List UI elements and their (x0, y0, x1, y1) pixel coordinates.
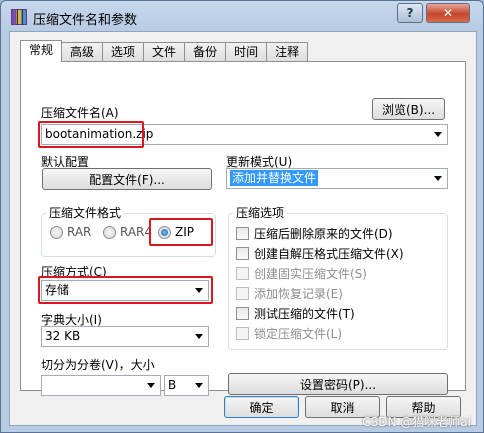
method-highlight (38, 276, 213, 304)
options-group-title: 压缩选项 (233, 204, 288, 221)
archive-name-label: 压缩文件名(A) (41, 106, 119, 120)
general-tab-panel: 压缩文件名(A) 浏览(B)... bootanimation.zip 默认配置… (20, 61, 466, 396)
option-test-files[interactable]: 测试压缩的文件(T) (236, 305, 355, 322)
option-solid-archive-label: 创建固实压缩文件(S) (254, 267, 367, 281)
chevron-down-icon[interactable] (195, 383, 203, 388)
checkbox-icon[interactable] (236, 247, 249, 260)
format-group-title: 压缩文件格式 (46, 204, 125, 221)
window-title: 压缩文件名和参数 (33, 13, 138, 28)
chevron-down-icon[interactable] (195, 334, 203, 339)
tab-options[interactable]: 选项 (102, 42, 145, 62)
format-rar-label: RAR (67, 225, 92, 239)
option-create-sfx[interactable]: 创建自解压格式压缩文件(X) (236, 245, 404, 262)
watermark-text: CSDN @猫咪老师ai (362, 415, 471, 429)
update-mode-combo[interactable]: 添加并替换文件 (226, 168, 448, 189)
tab-advanced[interactable]: 高级 (61, 42, 104, 62)
dictionary-size-combo[interactable]: 32 KB (41, 326, 209, 347)
update-mode-value: 添加并替换文件 (230, 170, 319, 186)
checkbox-icon[interactable] (236, 307, 249, 320)
checkbox-icon[interactable] (236, 227, 249, 240)
option-delete-after-label: 压缩后删除原来的文件(D) (254, 227, 393, 241)
chevron-down-icon[interactable] (147, 383, 155, 388)
title-help-button[interactable]: ? (397, 3, 423, 23)
dictionary-size-value: 32 KB (45, 329, 81, 343)
dialog-window: 压缩文件名和参数 ? ✕ 常规 高级 选项 文件 备份 时间 注释 压缩文件名(… (0, 0, 484, 433)
tab-files[interactable]: 文件 (143, 42, 186, 62)
option-recovery-record[interactable]: 添加恢复记录(E) (236, 285, 343, 302)
tab-backup[interactable]: 备份 (184, 42, 227, 62)
title-bar[interactable]: 压缩文件名和参数 ? ✕ (1, 1, 483, 31)
radio-icon[interactable] (103, 225, 116, 239)
split-unit-value: B (168, 378, 177, 392)
format-rar4-label: RAR4 (120, 225, 153, 239)
zip-format-highlight (149, 218, 213, 246)
option-lock-archive[interactable]: 锁定压缩文件(L) (236, 325, 342, 342)
profiles-button[interactable]: 配置文件(F)... (42, 168, 212, 190)
radio-icon[interactable] (50, 225, 63, 239)
dialog-client: 常规 高级 选项 文件 备份 时间 注释 压缩文件名(A) 浏览(B)... b… (9, 31, 477, 426)
split-size-combo[interactable] (41, 375, 161, 396)
chevron-down-icon[interactable] (434, 132, 442, 137)
tab-comment[interactable]: 注释 (266, 42, 309, 62)
option-recovery-record-label: 添加恢复记录(E) (254, 287, 343, 301)
browse-button[interactable]: 浏览(B)... (372, 98, 445, 120)
option-lock-archive-label: 锁定压缩文件(L) (254, 327, 343, 341)
chevron-down-icon[interactable] (434, 176, 442, 181)
option-delete-after[interactable]: 压缩后删除原来的文件(D) (236, 225, 393, 242)
close-button[interactable]: ✕ (426, 3, 470, 23)
format-radio-rar[interactable]: RAR (50, 225, 91, 239)
format-radio-rar4[interactable]: RAR4 (103, 225, 152, 239)
checkbox-icon[interactable] (236, 327, 249, 340)
option-solid-archive[interactable]: 创建固实压缩文件(S) (236, 265, 367, 282)
option-test-files-label: 测试压缩的文件(T) (254, 307, 355, 321)
set-password-button[interactable]: 设置密码(P)... (228, 373, 448, 395)
option-create-sfx-label: 创建自解压格式压缩文件(X) (254, 247, 404, 261)
split-volumes-label: 切分为分卷(V)，大小 (41, 358, 155, 372)
split-unit-combo[interactable]: B (164, 375, 209, 396)
checkbox-icon[interactable] (236, 267, 249, 280)
ok-button[interactable]: 确定 (224, 396, 299, 418)
tab-strip: 常规 高级 选项 文件 备份 时间 注释 (20, 40, 309, 62)
checkbox-icon[interactable] (236, 287, 249, 300)
tab-general[interactable]: 常规 (20, 40, 63, 62)
tab-time[interactable]: 时间 (225, 42, 268, 62)
winrar-icon (11, 9, 27, 25)
archive-name-highlight (38, 121, 144, 148)
